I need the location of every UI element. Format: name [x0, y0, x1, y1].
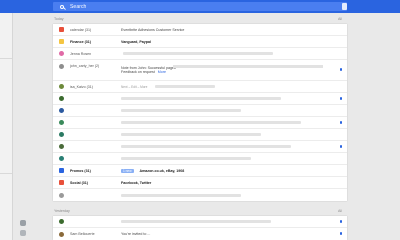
row-snippet	[121, 157, 251, 160]
row-snippet	[121, 121, 301, 124]
inbox-row[interactable]	[53, 105, 347, 117]
avatar	[59, 108, 64, 113]
top-bar: Search	[0, 0, 400, 13]
avatar	[59, 219, 64, 224]
row-snippet	[121, 109, 241, 112]
row-snippet	[173, 65, 323, 68]
people-icon	[59, 180, 64, 185]
inbox-row[interactable]	[53, 129, 347, 141]
inbox-row[interactable]: Sam Bellouerte You're invited to ...	[53, 228, 347, 240]
tag-icon	[59, 168, 64, 173]
avatar	[59, 132, 64, 137]
section-yesterday-all[interactable]: All	[338, 209, 342, 213]
chat-icon[interactable]	[20, 220, 26, 226]
inbox-row[interactable]	[53, 216, 347, 228]
avatar	[59, 84, 64, 89]
row-more-link[interactable]: More	[158, 70, 166, 74]
row-subject: Vanguard, Paypal	[121, 39, 151, 44]
row-sender: Promos (31)	[70, 168, 91, 173]
inbox-row[interactable]	[53, 93, 347, 105]
inbox-row[interactable]: john_carty_her (2) Note from John: Succe…	[53, 60, 347, 81]
search-icon	[60, 4, 64, 9]
avatar	[59, 120, 64, 125]
search-box[interactable]: Search	[53, 2, 347, 11]
row-sender: calendar (31)	[70, 27, 92, 32]
row-snippet	[121, 133, 261, 136]
row-snippet	[121, 220, 271, 223]
section-yesterday-label: Yesterday	[54, 209, 70, 213]
section-today-label: Today	[54, 17, 64, 21]
inbox-yesterday-card: Sam Bellouerte You're invited to ...	[53, 216, 347, 240]
row-subject: Eventbrite Adhesions Customer Service	[121, 27, 185, 32]
avatar	[59, 51, 64, 56]
avatar	[59, 144, 64, 149]
pin-icon[interactable]	[340, 232, 342, 235]
inbox-row[interactable]	[53, 117, 347, 129]
inbox-row[interactable]	[53, 153, 347, 165]
avatar	[59, 96, 64, 101]
inbox-today-card: calendar (31) Eventbrite Adhesions Custo…	[53, 24, 347, 201]
flag-icon	[59, 27, 64, 32]
row-sender: Social (31)	[70, 180, 88, 185]
inbox-row[interactable]	[53, 141, 347, 153]
pin-icon[interactable]	[340, 145, 342, 148]
pin-icon[interactable]	[340, 121, 342, 124]
avatar	[59, 156, 64, 161]
search-placeholder: Search	[70, 3, 87, 10]
row-subject: You're invited to ...	[121, 232, 151, 236]
inbox-row[interactable]: Jenna Rosen	[53, 48, 347, 60]
pin-icon[interactable]	[340, 68, 342, 71]
inbox-row[interactable]: isa_Kaivo (31) Next – Edit – More	[53, 81, 347, 93]
row-subject: Facebook, Twitter	[121, 180, 152, 185]
avatar	[59, 64, 64, 69]
inbox-row[interactable]: calendar (31) Eventbrite Adhesions Custo…	[53, 24, 347, 36]
row-line: Feedback on request More	[121, 70, 176, 74]
rail-divider	[0, 58, 12, 59]
row-subject: Amazon.co.uk, eBay, 1908	[139, 168, 185, 173]
row-sender: Sam Bellouerte	[70, 232, 95, 236]
row-sender: Finance (31)	[70, 39, 91, 44]
left-rail	[0, 13, 13, 240]
avatar	[59, 192, 64, 198]
row-snippet	[123, 52, 273, 55]
row-sender: john_carty_her (2)	[70, 64, 100, 68]
phone-icon[interactable]	[20, 230, 26, 236]
account-icon[interactable]	[342, 3, 347, 10]
row-body: Note from John: Successful pages Feedbac…	[121, 65, 323, 74]
inbox-row[interactable]: Finance (31) Vanguard, Paypal	[53, 36, 347, 48]
inbox-row[interactable]	[53, 189, 347, 201]
row-actions[interactable]: Next – Edit – More	[121, 85, 147, 89]
inbox-row-promos[interactable]: Promos (31) 1 new Amazon.co.uk, eBay, 19…	[53, 165, 347, 177]
row-snippet	[121, 145, 291, 148]
pin-icon[interactable]	[340, 220, 342, 223]
row-sender: isa_Kaivo (31)	[70, 84, 93, 89]
new-badge: 1 new	[121, 168, 134, 173]
avatar	[59, 231, 64, 237]
row-sender: Jenna Rosen	[70, 51, 92, 56]
row-snippet	[121, 97, 281, 100]
section-today-all[interactable]: All	[338, 17, 342, 21]
pin-icon[interactable]	[340, 97, 342, 100]
folder-icon	[59, 39, 64, 44]
row-line-text: Feedback on request	[121, 70, 155, 74]
rail-divider	[0, 173, 12, 174]
row-snippet	[155, 85, 216, 88]
inbox-row-social[interactable]: Social (31) Facebook, Twitter	[53, 177, 347, 189]
row-snippet	[121, 193, 241, 197]
